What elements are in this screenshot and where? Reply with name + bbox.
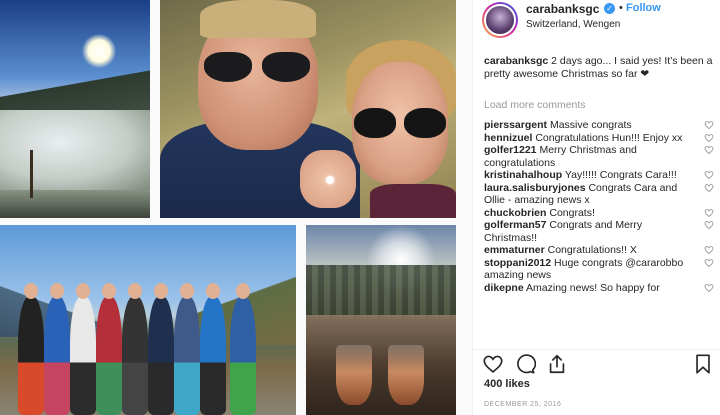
like-icon[interactable] xyxy=(482,353,504,375)
heart-icon[interactable] xyxy=(704,133,714,143)
sun xyxy=(82,34,116,68)
comment-text: Massive congrats xyxy=(549,119,632,131)
man-hair xyxy=(200,0,316,38)
wooden-post xyxy=(30,150,33,198)
comment-row: golfer1221 Merry Christmas and congratul… xyxy=(484,144,716,169)
comment-username[interactable]: hennizuel xyxy=(484,132,532,144)
comment-row: laura.salisburyjones Congrats Cara and O… xyxy=(484,182,716,207)
photo-group xyxy=(0,225,296,415)
post-date: DECEMBER 25, 2016 xyxy=(484,401,562,408)
post-header: carabanksgc ✓ • Follow Switzerland, Weng… xyxy=(473,0,720,40)
share-icon[interactable] xyxy=(546,353,568,375)
heart-icon[interactable] xyxy=(704,183,714,193)
comment-row: kristinahalhoup Yay!!!!! Congrats Cara!!… xyxy=(484,169,716,182)
woman-top xyxy=(370,184,456,218)
person xyxy=(70,283,96,415)
person xyxy=(18,283,44,415)
heart-icon[interactable] xyxy=(704,283,714,293)
person xyxy=(200,283,226,415)
comment-text: Congratulations!! X xyxy=(547,244,637,256)
heart-icon[interactable] xyxy=(704,145,714,155)
action-bar xyxy=(473,349,720,375)
person xyxy=(122,283,148,415)
person xyxy=(148,283,174,415)
comments-list: pierssargent Massive congrats hennizuel C… xyxy=(484,119,716,294)
photo-snowy-valley xyxy=(0,0,150,218)
heart-icon[interactable] xyxy=(704,120,714,130)
comment-username[interactable]: golferman57 xyxy=(484,219,546,231)
comment-row: emmaturner Congratulations!! X xyxy=(484,244,716,257)
wine-glass xyxy=(336,345,372,405)
comment-row: hennizuel Congratulations Hun!!! Enjoy x… xyxy=(484,132,716,145)
wine-glass xyxy=(388,345,424,405)
bookmark-icon[interactable] xyxy=(692,353,714,375)
comment-row: golferman57 Congrats and Merry Christmas… xyxy=(484,219,716,244)
mountain-ridge xyxy=(0,70,150,110)
comment-text: Congratulations Hun!!! Enjoy xx xyxy=(535,131,683,144)
comment-row: chuckobrien Congrats! xyxy=(484,207,716,220)
snow-slope xyxy=(0,110,150,190)
person xyxy=(44,283,70,415)
photo-drinks xyxy=(306,225,456,415)
comment-username[interactable]: golfer1221 xyxy=(484,144,537,156)
heart-icon[interactable] xyxy=(704,208,714,218)
comment-row: dikepne Amazing news! So happy for xyxy=(484,282,716,295)
location-link[interactable]: Switzerland, Wengen xyxy=(526,19,620,30)
comment-text: Yay!!!!! Congrats Cara!!! xyxy=(564,169,677,181)
heart-icon[interactable] xyxy=(704,220,714,230)
post-panel: carabanksgc ✓ • Follow Switzerland, Weng… xyxy=(472,0,720,415)
comment-username[interactable]: emmaturner xyxy=(484,244,545,256)
comment-username[interactable]: kristinahalhoup xyxy=(484,169,562,181)
photo-couple-selfie xyxy=(160,0,456,218)
comment-text: Amazing news! So happy for xyxy=(526,281,660,294)
comment-username[interactable]: stoppani2012 xyxy=(484,257,551,269)
person xyxy=(96,283,122,415)
person xyxy=(230,283,256,415)
comment-username[interactable]: dikepne xyxy=(484,282,524,294)
person xyxy=(174,283,200,415)
woman-sunglasses xyxy=(352,108,448,138)
man-sunglasses xyxy=(200,52,312,82)
caption-username[interactable]: carabanksgc xyxy=(484,55,548,67)
heart-icon[interactable] xyxy=(704,258,714,268)
photo-collage xyxy=(0,0,472,415)
avatar[interactable] xyxy=(482,2,518,38)
tree-line xyxy=(306,265,456,315)
verified-badge-icon: ✓ xyxy=(604,3,615,14)
separator-dot: • xyxy=(619,2,623,14)
post-username[interactable]: carabanksgc xyxy=(526,2,599,16)
likes-count[interactable]: 400 likes xyxy=(484,378,530,390)
comment-username[interactable]: chuckobrien xyxy=(484,207,546,219)
follow-button[interactable]: Follow xyxy=(626,2,661,14)
post-caption: carabanksgc 2 days ago... I said yes! It… xyxy=(484,55,716,81)
comment-icon[interactable] xyxy=(514,353,537,375)
load-more-comments-button[interactable]: Load more comments xyxy=(484,99,586,111)
comment-username[interactable]: pierssargent xyxy=(484,119,547,131)
heart-icon[interactable] xyxy=(704,170,714,180)
heart-icon[interactable] xyxy=(704,245,714,255)
comment-username[interactable]: laura.salisburyjones xyxy=(484,182,586,194)
comment-row: stoppani2012 Huge congrats @cararobbo am… xyxy=(484,257,716,282)
engagement-ring xyxy=(326,176,334,184)
comment-row: pierssargent Massive congrats xyxy=(484,119,716,132)
comment-text: Congrats! xyxy=(549,206,595,219)
